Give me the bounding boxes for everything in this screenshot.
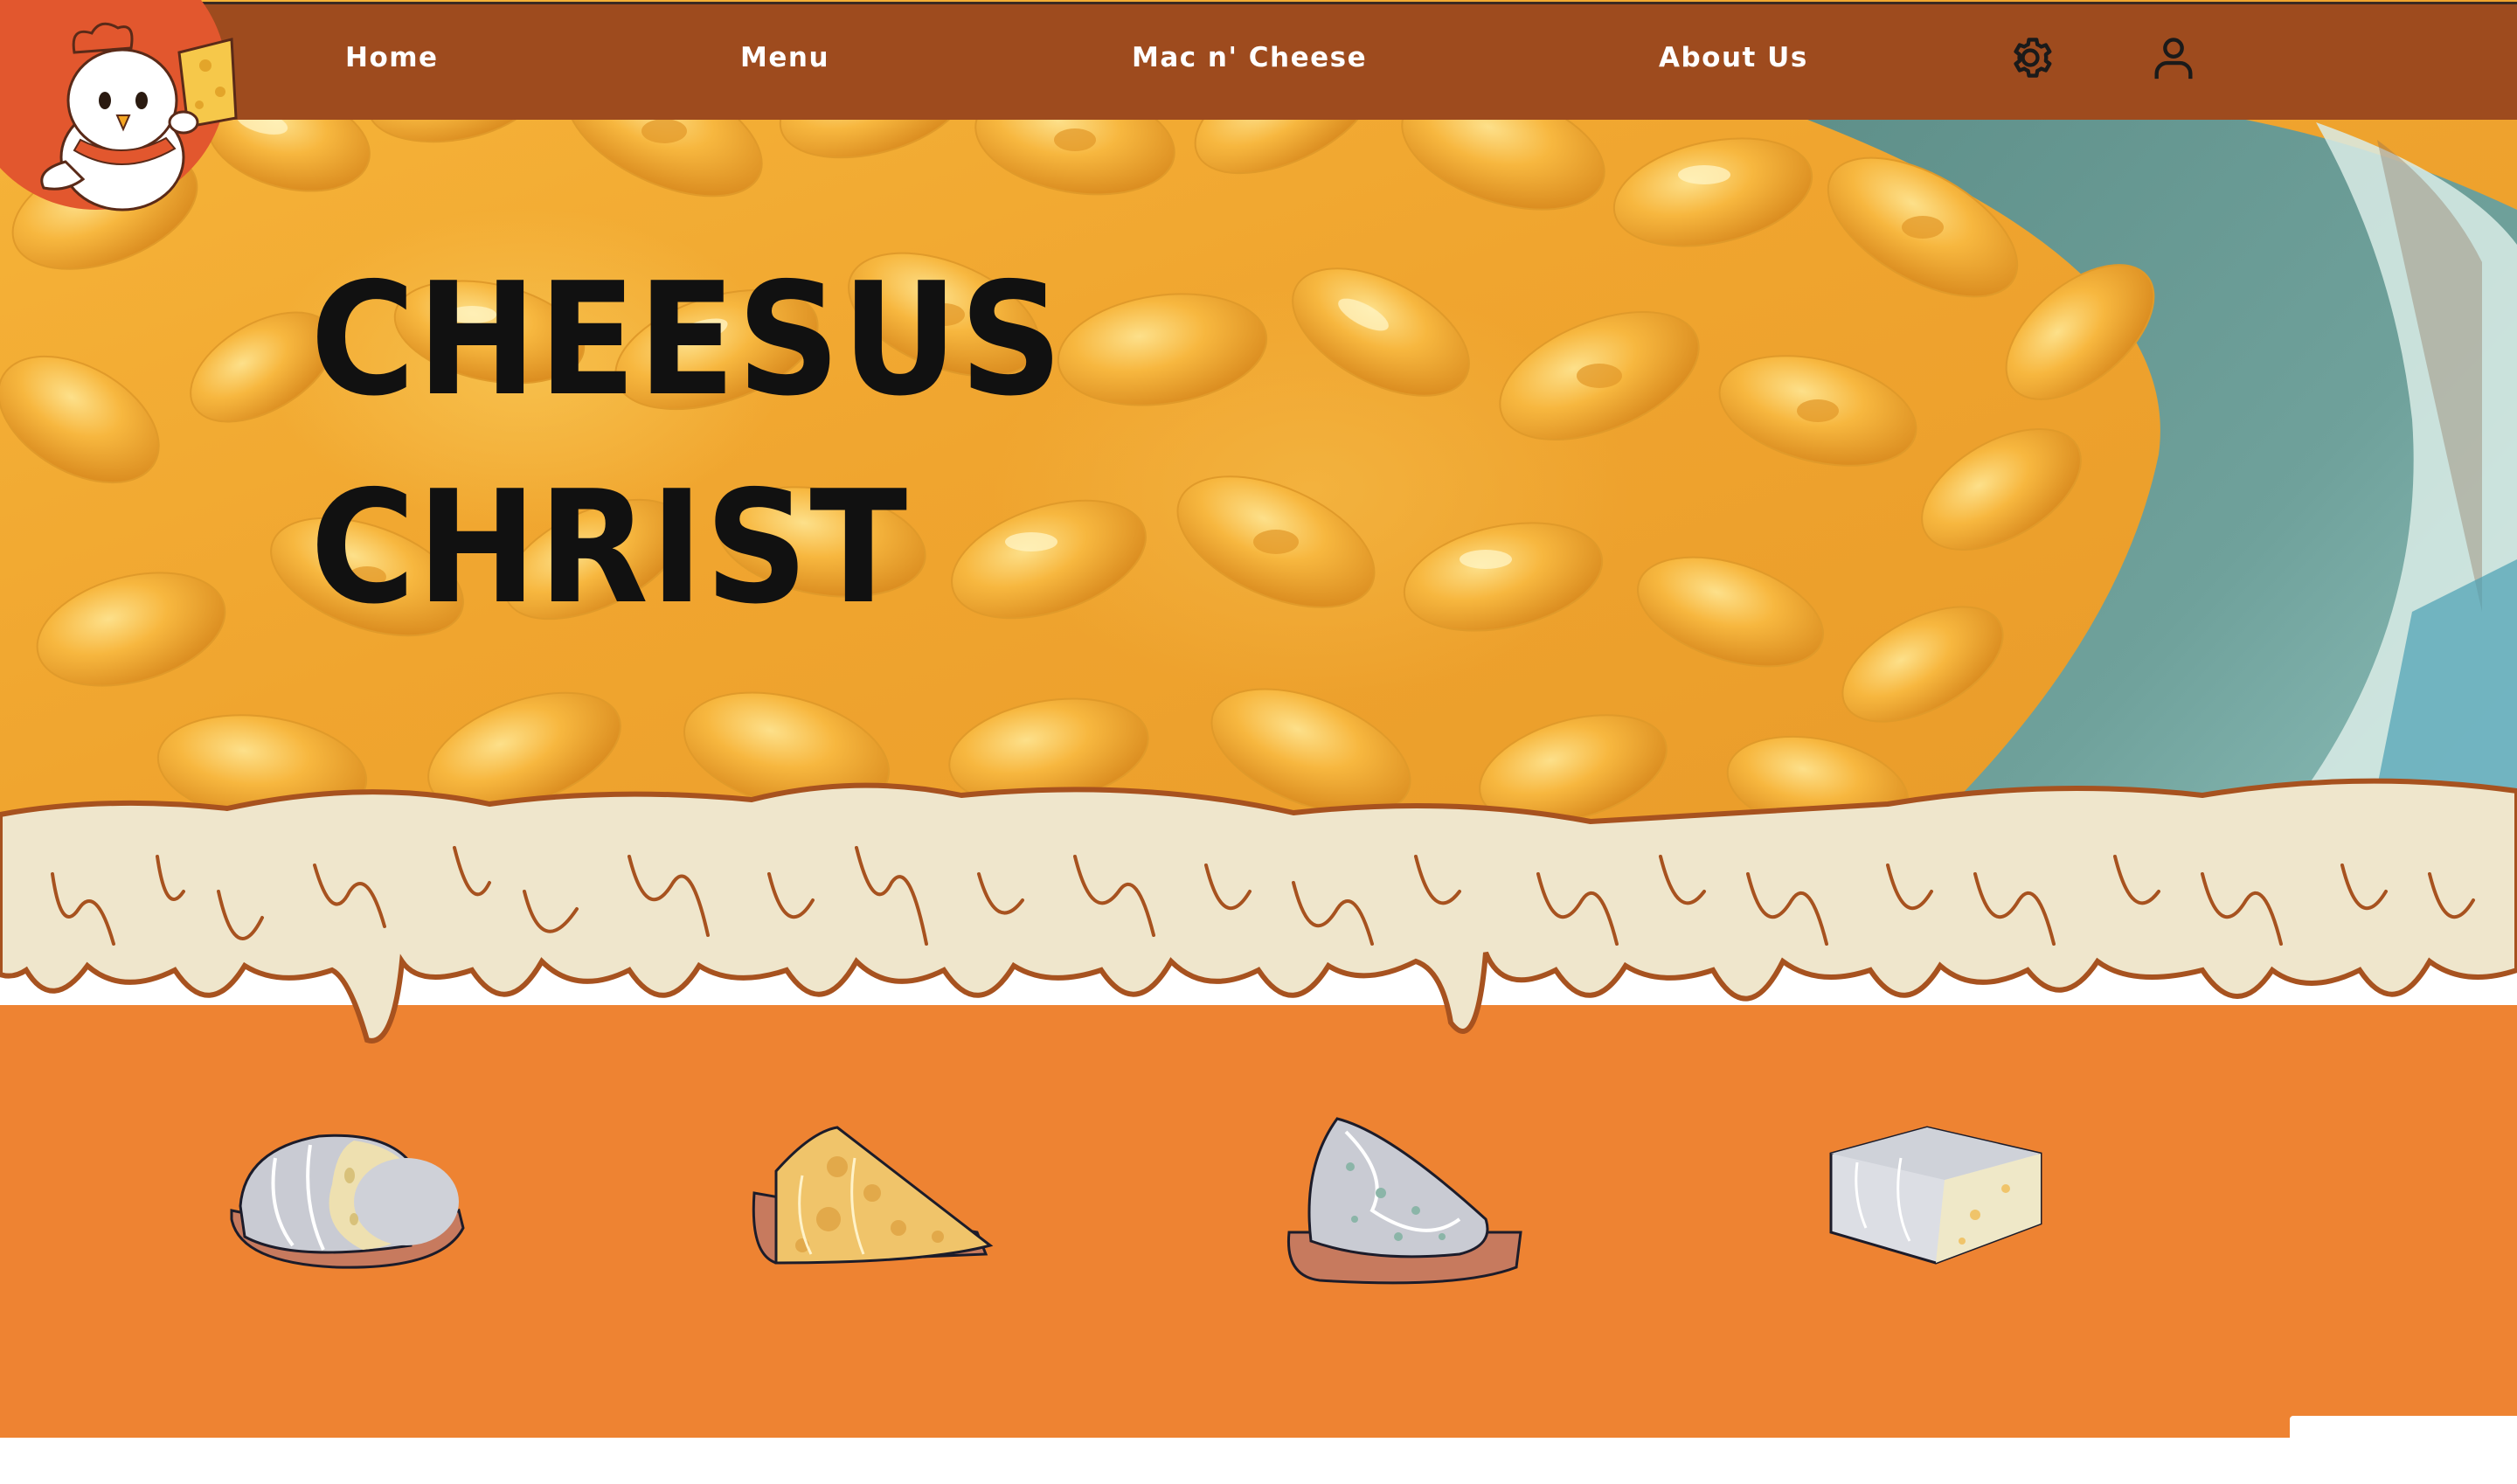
chicken-mascot-logo-icon[interactable] <box>26 17 245 227</box>
nav-item-mac-n-cheese[interactable]: Mac n' Cheese <box>1132 36 1367 80</box>
blue-cheese-wedge-icon[interactable] <box>1285 1114 1525 1285</box>
swiss-cheese-wedge-icon[interactable] <box>750 1123 995 1272</box>
cheese-drip-divider <box>0 778 2517 1044</box>
headline-line-1: CHEESUS <box>310 249 1064 430</box>
headline-line-2: CHRIST <box>310 457 909 638</box>
hero-headline: CHEESUS CHRIST <box>310 236 1064 652</box>
round-cheese-icon[interactable] <box>223 1123 472 1276</box>
nav-item-about-us[interactable]: About Us <box>1659 36 1808 80</box>
nav-item-menu[interactable]: Menu <box>740 36 829 80</box>
top-nav-bar: Home Menu Mac n' Cheese About Us <box>0 2 2517 120</box>
feta-cheese-block-icon[interactable] <box>1822 1119 2049 1267</box>
page-footer-edge <box>0 1438 2517 1484</box>
footer-tab <box>2290 1416 2517 1442</box>
user-icon[interactable] <box>2148 32 2199 83</box>
gear-icon[interactable] <box>2005 32 2056 83</box>
nav-item-home[interactable]: Home <box>345 36 439 80</box>
page: Home Menu Mac n' Cheese About Us CHEESUS… <box>0 0 2517 1484</box>
